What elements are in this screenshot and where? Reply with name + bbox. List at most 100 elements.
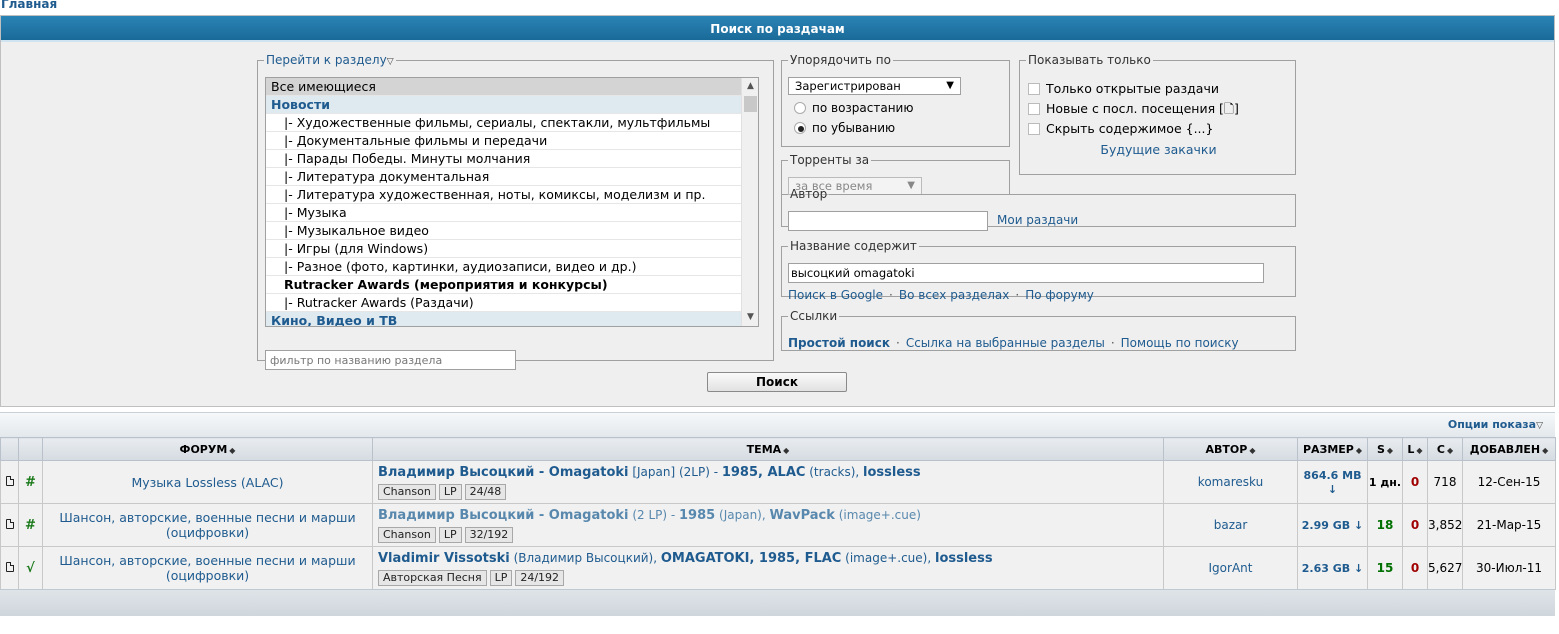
author-link[interactable]: IgorAnt — [1209, 561, 1253, 575]
forum-list[interactable]: Все имеющиеся Новости |- Художественные фи… — [265, 77, 759, 327]
forum-link[interactable]: Музыка Lossless (ALAC) — [131, 475, 283, 490]
dropdown-arrow-icon: ▼ — [946, 80, 954, 91]
col-size-header[interactable]: РАЗМЕР ◆ — [1297, 437, 1368, 461]
forum-list-item[interactable]: |- Игры (для Windows) — [266, 240, 758, 258]
topic-title-main[interactable]: Vladimir Vissotski — [378, 551, 510, 566]
forum-link[interactable]: Шансон, авторские, военные песни и марши… — [59, 553, 355, 583]
download-size-link[interactable]: 2.63 GB ↓ — [1302, 562, 1363, 575]
forum-list-item[interactable]: Все имеющиеся — [266, 78, 758, 96]
scroll-thumb[interactable] — [744, 96, 757, 112]
col-leech-header[interactable]: L ◆ — [1402, 437, 1428, 461]
forum-list-item[interactable]: Новости — [266, 96, 758, 114]
all-sections-link[interactable]: Во всех разделах — [899, 288, 1010, 302]
hide-content-option[interactable]: Скрыть содержимое {...} — [1028, 120, 1213, 138]
open-only-option[interactable]: Только открытые раздачи — [1028, 80, 1219, 98]
results-footer — [0, 589, 1555, 616]
order-select[interactable]: Зарегистрирован ▼ — [788, 77, 961, 95]
author-input[interactable] — [788, 211, 988, 231]
display-options-link[interactable]: Опции показа▽ — [1448, 418, 1543, 431]
tag[interactable]: LP — [489, 569, 513, 586]
topic-link[interactable]: Владимир Высоцкий - Omagatoki [Japan] (2… — [378, 465, 1158, 480]
forum-list-scrollbar[interactable]: ▲ ▼ — [741, 78, 758, 326]
forum-list-item[interactable]: |- Литература художественная, ноты, коми… — [266, 186, 758, 204]
forum-link[interactable]: Шансон, авторские, военные песни и марши… — [59, 510, 355, 540]
topic-title-main[interactable]: Владимир Высоцкий - Omagatoki — [378, 465, 629, 480]
forum-list-item[interactable]: |- Rutracker Awards (Раздачи) — [266, 294, 758, 312]
tag[interactable]: Chanson — [378, 483, 436, 500]
leech-value: 0 — [1410, 561, 1420, 575]
order-fieldset: Упорядочить по Зарегистрирован ▼ по возр… — [781, 53, 1010, 147]
topic-link[interactable]: Vladimir Vissotski (Владимир Высоцкий), … — [378, 551, 1158, 566]
topic-title-main[interactable]: Владимир Высоцкий - Omagatoki — [378, 508, 629, 523]
links-fieldset: Ссылки Простой поиск · Ссылка на выбранные… — [781, 309, 1296, 351]
added-date: 12-Сен-15 — [1477, 475, 1541, 489]
topic-title-part: WavPack — [769, 507, 835, 523]
status-badge: √ — [26, 560, 35, 576]
open-only-checkbox[interactable] — [1028, 83, 1040, 95]
col-seeds-header[interactable]: S ◆ — [1367, 437, 1403, 461]
search-help-link[interactable]: Помощь по поиску — [1121, 336, 1239, 350]
forum-section-legend[interactable]: Перейти к разделу — [266, 53, 387, 67]
google-search-link[interactable]: Поиск в Google — [788, 288, 883, 302]
new-since-checkbox[interactable] — [1028, 103, 1040, 115]
forum-list-item[interactable]: Кино, Видео и ТВ — [266, 312, 758, 326]
search-button[interactable]: Поиск — [707, 372, 847, 392]
tag[interactable]: 32/192 — [464, 526, 514, 543]
col-status — [18, 437, 43, 461]
forum-filter-input[interactable] — [265, 350, 516, 370]
tag[interactable]: 24/48 — [464, 483, 507, 500]
simple-search-link[interactable]: Простой поиск — [788, 336, 890, 350]
forum-list-item[interactable]: |- Музыка — [266, 204, 758, 222]
author-link[interactable]: bazar — [1214, 518, 1248, 532]
author-link[interactable]: komaresku — [1198, 475, 1263, 489]
title-search-input[interactable]: высоцкий omagatoki — [788, 263, 1264, 283]
selected-sections-link[interactable]: Ссылка на выбранные разделы — [906, 336, 1105, 350]
topic-title-part: lossless — [863, 464, 921, 480]
forum-list-item[interactable]: |- Музыкальное видео — [266, 222, 758, 240]
completed-cell: 718 — [1427, 460, 1463, 504]
col-topic-header[interactable]: ТЕМА ◆ — [372, 437, 1164, 461]
tag[interactable]: LP — [438, 526, 462, 543]
title-legend: Название содержит — [790, 239, 917, 253]
future-downloads-link[interactable]: Будущие закачки — [1020, 142, 1297, 157]
tag[interactable]: 24/192 — [515, 569, 565, 586]
radio-asc[interactable] — [794, 102, 806, 114]
status-cell: # — [18, 460, 43, 504]
home-link[interactable]: Главная — [1, 0, 57, 11]
col-forum-header[interactable]: ФОРУМ ◆ — [42, 437, 373, 461]
new-since-option[interactable]: Новые с посл. посещения [🗋] — [1028, 100, 1239, 118]
forum-list-item[interactable]: |- Литература документальная — [266, 168, 758, 186]
forum-list-item[interactable]: |- Разное (фото, картинки, аудиозаписи, … — [266, 258, 758, 276]
tag[interactable]: Авторская Песня — [378, 569, 487, 586]
scroll-up-icon[interactable]: ▲ — [742, 78, 758, 95]
forum-list-item[interactable]: |- Документальные фильмы и передачи — [266, 132, 758, 150]
forum-list-item[interactable]: Rutracker Awards (мероприятия и конкурсы… — [266, 276, 758, 294]
table-row: # Музыка Lossless (ALAC) Владимир Высоцк… — [0, 460, 1556, 504]
order-asc-option[interactable]: по возрастанию — [794, 99, 913, 117]
topic-link[interactable]: Владимир Высоцкий - Omagatoki (2 LP) - 1… — [378, 508, 1158, 523]
topic-title-part: (image+.cue), — [841, 550, 935, 565]
author-cell: komaresku — [1163, 460, 1298, 504]
topic-title-part: (image+.cue) — [834, 507, 921, 522]
forum-list-item[interactable]: |- Художественные фильмы, сериалы, спект… — [266, 114, 758, 132]
author-legend: Автор — [790, 187, 828, 201]
download-size-link[interactable]: 864.6 MB ↓ — [1304, 469, 1362, 496]
col-completed-header[interactable]: С ◆ — [1427, 437, 1463, 461]
by-forum-link[interactable]: По форуму — [1025, 288, 1094, 302]
order-desc-option[interactable]: по убыванию — [794, 119, 895, 137]
col-author-header[interactable]: АВТОР ◆ — [1163, 437, 1298, 461]
tag[interactable]: Chanson — [378, 526, 436, 543]
col-icon — [0, 437, 19, 461]
tag[interactable]: LP — [438, 483, 462, 500]
forum-cell: Шансон, авторские, военные песни и марши… — [42, 503, 373, 547]
scroll-down-icon[interactable]: ▼ — [742, 309, 758, 326]
col-added-header[interactable]: ДОБАВЛЕН ◆ — [1462, 437, 1556, 461]
my-releases-link[interactable]: Мои раздачи — [997, 213, 1078, 227]
hide-content-checkbox[interactable] — [1028, 123, 1040, 135]
forum-list-item[interactable]: |- Парады Победы. Минуты молчания — [266, 150, 758, 168]
completed-value: 3,852 — [1428, 518, 1463, 532]
radio-desc[interactable] — [794, 122, 806, 134]
triangle-down-icon[interactable]: ▽ — [387, 57, 394, 67]
download-size-link[interactable]: 2.99 GB ↓ — [1302, 519, 1363, 532]
sort-icon: ◆ — [229, 445, 236, 455]
